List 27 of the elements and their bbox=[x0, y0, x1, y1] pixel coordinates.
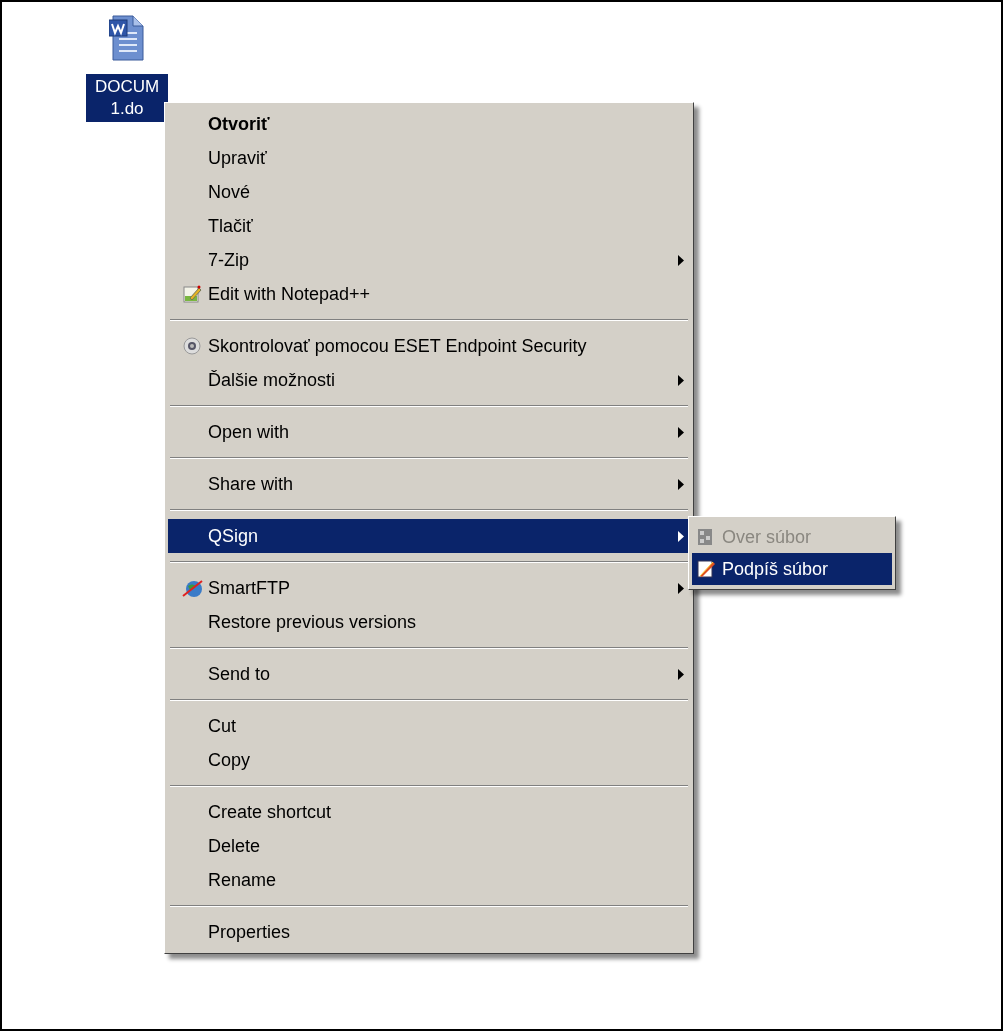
menu-item[interactable]: Create shortcut bbox=[168, 795, 690, 829]
menu-item[interactable]: Otvoriť bbox=[168, 107, 690, 141]
menu-item[interactable]: SmartFTP bbox=[168, 571, 690, 605]
notepad-icon bbox=[182, 284, 202, 304]
menu-item[interactable]: Cut bbox=[168, 709, 690, 743]
menu-item[interactable]: Send to bbox=[168, 657, 690, 691]
menu-item[interactable]: Ďalšie možnosti bbox=[168, 363, 690, 397]
menu-item[interactable]: Tlačiť bbox=[168, 209, 690, 243]
menu-item[interactable]: Edit with Notepad++ bbox=[168, 277, 690, 311]
menu-item[interactable]: Rename bbox=[168, 863, 690, 897]
menu-item[interactable]: Open with bbox=[168, 415, 690, 449]
pen-icon bbox=[696, 559, 716, 579]
menu-item[interactable]: Skontrolovať pomocou ESET Endpoint Security bbox=[168, 329, 690, 363]
menu-item[interactable]: 7-Zip bbox=[168, 243, 690, 277]
eye-icon bbox=[182, 336, 202, 356]
menu-item[interactable]: Restore previous versions bbox=[168, 605, 690, 639]
menu-item[interactable]: Upraviť bbox=[168, 141, 690, 175]
menu-item[interactable]: QSign bbox=[168, 519, 690, 553]
word-document-icon[interactable] bbox=[109, 14, 145, 62]
menu-item[interactable]: Properties bbox=[168, 915, 690, 949]
menu-item[interactable]: Delete bbox=[168, 829, 690, 863]
file-name-label[interactable]: DOCUM 1.do bbox=[86, 74, 168, 122]
menu-item[interactable]: Share with bbox=[168, 467, 690, 501]
menu-item[interactable]: Podpíš súbor bbox=[692, 553, 892, 585]
globe-icon bbox=[182, 578, 204, 598]
menu-item[interactable]: Nové bbox=[168, 175, 690, 209]
menu-item[interactable]: Copy bbox=[168, 743, 690, 777]
